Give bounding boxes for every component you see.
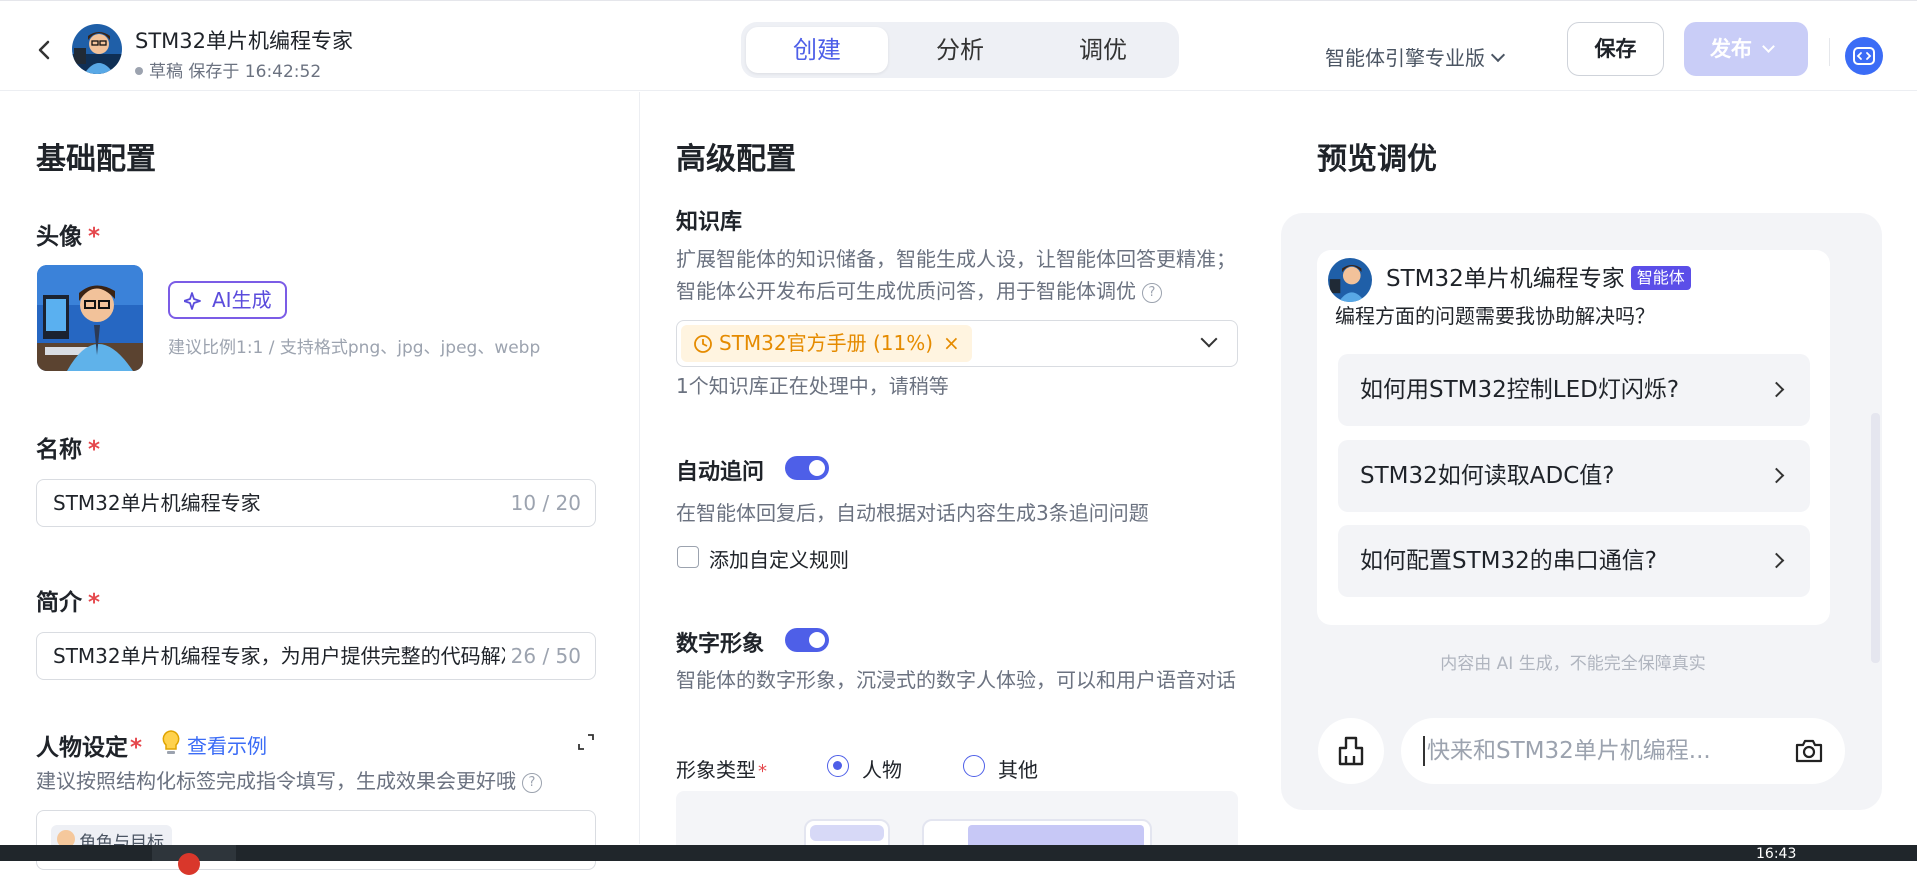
chat-bot-header: STM32单片机编程专家 智能体 xyxy=(1318,252,1709,306)
tab-analyze[interactable]: 分析 xyxy=(889,27,1031,73)
suggested-question[interactable]: STM32如何读取ADC值? xyxy=(1338,440,1810,512)
engine-selector[interactable]: 智能体引擎专业版 xyxy=(1325,42,1506,71)
digital-avatar-toggle[interactable] xyxy=(785,628,829,652)
chat-bot-name: STM32单片机编程专家 xyxy=(1386,266,1625,292)
preview-scrollbar[interactable] xyxy=(1871,413,1880,663)
name-label: 名称 * xyxy=(36,437,101,463)
tab-create[interactable]: 创建 xyxy=(746,27,888,73)
ai-generate-button[interactable]: AI生成 xyxy=(168,281,287,319)
chevron-left-icon[interactable] xyxy=(34,36,56,64)
lightbulb-icon xyxy=(160,729,182,757)
header-divider xyxy=(1829,38,1830,66)
expand-icon[interactable] xyxy=(577,733,595,751)
name-input[interactable]: STM32单片机编程专家 10 / 20 xyxy=(36,479,596,527)
taskbar-app-icon[interactable] xyxy=(178,853,200,875)
preview-title: 预览调优 xyxy=(1317,142,1437,177)
persona-label: 人物设定* xyxy=(36,735,143,761)
intro-char-count: 26 / 50 xyxy=(504,633,581,679)
mode-tabs: 创建 分析 调优 xyxy=(741,22,1179,78)
custom-rule-label[interactable]: 添加自定义规则 xyxy=(709,544,849,573)
publish-button[interactable]: 发布 xyxy=(1684,22,1808,76)
digital-avatar-desc: 智能体的数字形象，沉浸式的数字人体验，可以和用户语音对话 xyxy=(676,668,1236,692)
chevron-down-icon[interactable] xyxy=(1200,330,1218,348)
image-type-label: 形象类型 * xyxy=(676,758,767,782)
knowledge-base-tag-label: STM32官方手册 (11%) xyxy=(719,331,934,355)
bot-avatar[interactable] xyxy=(72,24,122,74)
tab-tune[interactable]: 调优 xyxy=(1032,27,1174,73)
chevron-down-icon xyxy=(1762,40,1775,53)
status-dot-icon xyxy=(135,67,143,75)
view-example-link[interactable]: 查看示例 xyxy=(187,730,267,759)
intro-label: 简介 * xyxy=(36,590,101,616)
auto-followup-desc: 在智能体回复后，自动根据对话内容生成3条追问问题 xyxy=(676,501,1149,525)
chevron-down-icon xyxy=(1490,47,1506,63)
sparkle-icon xyxy=(184,292,201,310)
camera-icon[interactable] xyxy=(1793,737,1825,765)
save-status: 草稿 保存于 16:42:52 xyxy=(135,57,321,82)
radio-person[interactable] xyxy=(827,755,849,777)
digital-avatar-label: 数字形象 xyxy=(676,632,765,657)
save-button[interactable]: 保存 xyxy=(1567,22,1664,76)
help-icon[interactable]: ? xyxy=(522,773,542,793)
chevron-right-icon xyxy=(1768,467,1785,484)
ai-generate-label: AI生成 xyxy=(212,288,272,312)
help-icon[interactable]: ? xyxy=(1142,283,1162,303)
bot-avatar xyxy=(1328,258,1372,302)
auto-followup-label: 自动追问 xyxy=(676,460,765,485)
auto-followup-toggle[interactable] xyxy=(785,456,829,480)
chat-input-placeholder: 快来和STM32单片机编程... xyxy=(1423,736,1753,766)
close-icon[interactable]: × xyxy=(943,331,960,355)
os-taskbar: 16:43 xyxy=(0,845,1917,875)
brush-icon[interactable] xyxy=(1318,718,1384,784)
knowledge-base-select[interactable]: STM32官方手册 (11%) × xyxy=(676,320,1238,367)
knowledge-base-tag: STM32官方手册 (11%) × xyxy=(681,325,972,362)
engine-label: 智能体引擎专业版 xyxy=(1325,46,1485,70)
intro-value: STM32单片机编程专家，为用户提供完整的代码解决方案 xyxy=(53,644,561,668)
radio-other[interactable] xyxy=(963,755,985,777)
avatar-format-hint: 建议比例1:1 / 支持格式png、jpg、jpeg、webp xyxy=(168,338,541,358)
basic-config-title: 基础配置 xyxy=(36,142,156,177)
code-icon[interactable] xyxy=(1845,37,1883,75)
persona-hint: 建议按照结构化标签完成指令填写，生成效果会更好哦? xyxy=(36,765,542,797)
advanced-config-title: 高级配置 xyxy=(676,142,796,177)
knowledge-base-desc: 扩展智能体的知识储备，智能生成人设，让智能体回答更精准；智能体公开发布后可生成优… xyxy=(676,247,1236,303)
top-header: STM32单片机编程专家 草稿 保存于 16:42:52 创建 分析 调优 智能… xyxy=(0,6,1917,91)
taskbar-clock: 16:43 xyxy=(1756,846,1797,862)
bot-title: STM32单片机编程专家 xyxy=(135,29,353,53)
avatar-label: 头像 * xyxy=(36,224,101,250)
radio-person-label[interactable]: 人物 xyxy=(862,754,902,783)
name-value: STM32单片机编程专家 xyxy=(53,491,261,515)
suggested-question[interactable]: 如何用STM32控制LED灯闪烁? xyxy=(1338,354,1810,426)
save-status-text: 草稿 保存于 16:42:52 xyxy=(149,62,322,82)
chat-input[interactable]: 快来和STM32单片机编程... xyxy=(1401,718,1845,784)
ai-disclaimer: 内容由 AI 生成，不能完全保障真实 xyxy=(1440,654,1706,674)
publish-label: 发布 xyxy=(1710,37,1752,61)
persona-editor[interactable]: 角色与目标 xyxy=(36,810,596,870)
suggested-question[interactable]: 如何配置STM32的串口通信? xyxy=(1338,525,1810,597)
custom-rule-checkbox[interactable] xyxy=(677,546,699,568)
knowledge-base-label: 知识库 xyxy=(676,210,743,235)
avatar-image[interactable] xyxy=(37,265,143,371)
chevron-right-icon xyxy=(1768,552,1785,569)
name-char-count: 10 / 20 xyxy=(504,480,581,526)
chevron-right-icon xyxy=(1768,381,1785,398)
clock-icon xyxy=(694,335,712,353)
column-divider xyxy=(639,92,640,844)
intro-input[interactable]: STM32单片机编程专家，为用户提供完整的代码解决方案 26 / 50 xyxy=(36,632,596,680)
knowledge-base-status: 1个知识库正在处理中，请稍等 xyxy=(676,374,949,398)
agent-badge: 智能体 xyxy=(1630,266,1691,290)
radio-other-label[interactable]: 其他 xyxy=(998,754,1038,783)
